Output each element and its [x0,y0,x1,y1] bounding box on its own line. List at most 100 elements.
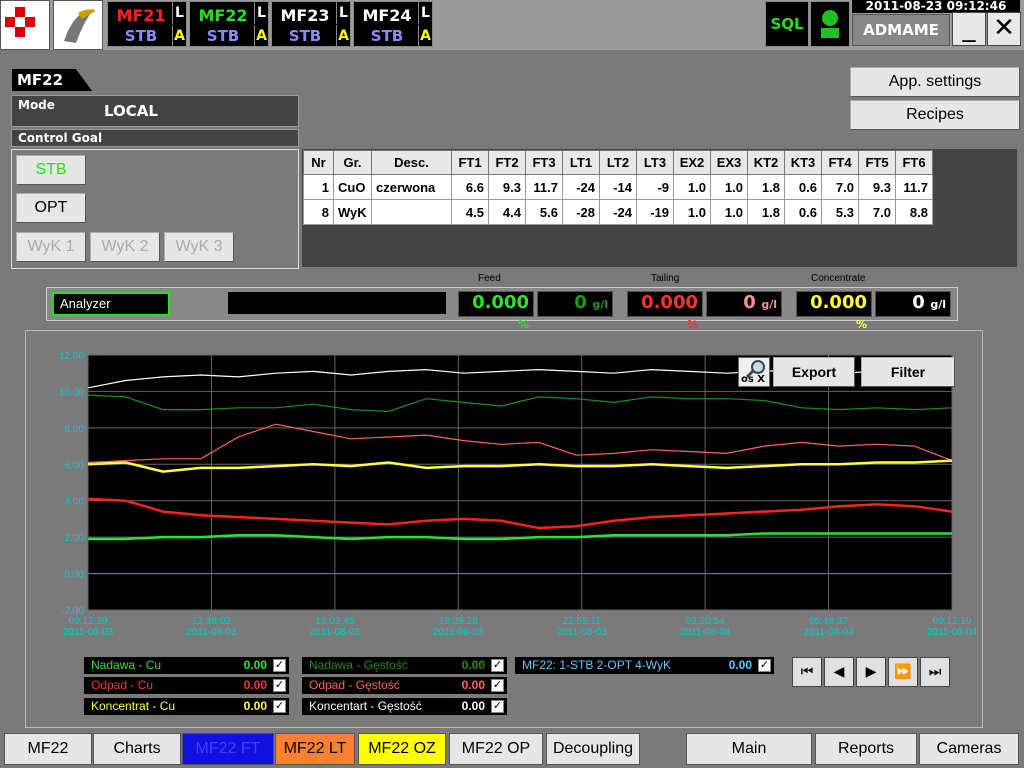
x-tick-time: 22:55:11 [563,616,602,627]
recipe-table: Nr Gr. Desc. FT1 FT2 FT3 LT1 LT2 LT3 EX2 EX3 KT2 KT3… [303,150,933,225]
legend-item[interactable]: Nadawa - Gęstość 0.00 ✓ [302,657,507,674]
recipes-button[interactable]: Recipes [850,100,1020,130]
legend-item[interactable]: MF22: 1-STB 2-OPT 4-WyK 0.00 ✓ [515,657,774,674]
legend-checkbox[interactable]: ✓ [273,679,286,692]
wyk1-button[interactable]: WyK 1 [16,232,86,262]
nav-tab-cameras[interactable]: Cameras [919,733,1019,765]
unit-local-flag: L [336,2,350,24]
feed-gl-value: 0 [574,292,587,313]
x-tick-time: 02:20:54 [686,616,725,627]
app-settings-button[interactable]: App. settings [850,67,1020,97]
legend-checkbox[interactable]: ✓ [491,700,504,713]
stb-button[interactable]: STB [16,155,86,185]
export-button[interactable]: Export [773,357,855,387]
unit-mf23[interactable]: MF23 STB L A [271,1,351,47]
unit-mf21[interactable]: MF21 STB L A [107,1,187,47]
legend-checkbox[interactable]: ✓ [491,679,504,692]
y-tick-label: 12.00 [59,351,84,362]
table-cell: -19 [636,199,674,225]
table-row[interactable]: 8 WyK 4.5 4.4 5.6 -28 -24 -19 1.0 1.0 1.8 0.6 5.3 7.0… [303,199,933,225]
tail-percent: 0.000 % [627,291,703,331]
plot-area [88,355,952,610]
nav-tab-mf22-ft[interactable]: MF22 FT [182,733,274,765]
unit-status: STB [288,27,322,45]
legend-label: Koncentrat - Cu [91,699,176,713]
y-tick-label: 6.00 [65,460,85,471]
analyzer-label: Analyzer [52,292,170,316]
unit-auto-flag: A [254,25,268,47]
mode-box: Mode LOCAL [11,95,299,127]
tailing-label: Tailing [651,273,680,284]
analyzer-status-field [228,292,446,314]
minimize-button[interactable]: _ [952,12,986,46]
fast-forward-icon[interactable]: ⏩ [888,657,918,687]
unit-status: STB [206,27,240,45]
table-cell: 11.7 [525,174,563,200]
nav-tab-mf22[interactable]: MF22 [4,733,92,765]
unit-status: STB [124,27,158,45]
x-tick-date: 2011-08-03 [63,627,114,638]
filter-button[interactable]: Filter [861,357,955,387]
column-header: KT3 [784,150,822,175]
close-button[interactable]: ✕ [987,12,1021,46]
table-cell: -9 [636,174,674,200]
unit-name: MF24 [362,6,412,25]
tail-gl: 0 g/l [706,291,782,317]
app-logo-icon [0,0,50,50]
unit-status: STB [370,27,404,45]
wyk3-button[interactable]: WyK 3 [164,232,234,262]
y-tick-label: 4.00 [65,497,85,508]
nav-tab-mf22-lt[interactable]: MF22 LT [275,733,355,765]
table-cell: 5.3 [821,199,859,225]
column-header: Desc. [371,150,452,175]
conc-gl: 0 g/l [875,291,951,317]
legend-value: 0.00 [461,678,485,692]
unit-local-flag: L [418,2,432,24]
nav-tab-charts[interactable]: Charts [93,733,181,765]
legend-checkbox[interactable]: ✓ [273,659,286,672]
unit-mf24[interactable]: MF24 STB L A [353,1,433,47]
legend-item[interactable]: Odpad - Cu 0.00 ✓ [84,677,289,694]
column-header: FT5 [858,150,896,175]
gl-unit: g/l [761,298,777,311]
x-tick-date: 2011-08-03 [310,627,361,638]
legend-value: 0.00 [243,658,267,672]
nav-tab-mf22-oz[interactable]: MF22 OZ [358,733,446,765]
nav-tab-main[interactable]: Main [686,733,812,765]
legend-value: 0.00 [243,678,267,692]
legend-checkbox[interactable]: ✓ [273,700,286,713]
unit-name: MF21 [116,6,166,25]
legend-item[interactable]: Nadawa - Cu 0.00 ✓ [84,657,289,674]
legend-checkbox[interactable]: ✓ [758,659,771,672]
table-row[interactable]: 1 CuO czerwona 6.6 9.3 11.7 -24 -14 -9 1.0 1.0 1.8 0… [303,174,933,200]
legend-label: Odpad - Cu [91,678,154,692]
column-header: FT4 [821,150,859,175]
column-header: FT2 [488,150,526,175]
previous-page-icon[interactable]: ◀ [824,657,854,687]
user-name[interactable]: ADMAME [852,14,950,46]
unit-mf22[interactable]: MF22 STB L A [189,1,269,47]
company-logo-icon [53,0,103,50]
column-header: LT1 [562,150,600,175]
nav-tab-decoupling[interactable]: Decoupling [546,733,640,765]
legend-value: 0.00 [728,658,752,672]
legend-item[interactable]: Odpad - Gęstość 0.00 ✓ [302,677,507,694]
conc-gl-value: 0 [912,292,925,313]
zoom-button[interactable]: os X [738,357,770,387]
x-tick-time: 12:38:02 [192,616,231,627]
legend-checkbox[interactable]: ✓ [491,659,504,672]
nav-tab-reports[interactable]: Reports [815,733,917,765]
nav-tab-mf22-op[interactable]: MF22 OP [449,733,543,765]
opt-button[interactable]: OPT [16,193,86,223]
legend-item[interactable]: Koncentrat - Cu 0.00 ✓ [84,698,289,715]
unit-auto-flag: A [172,25,186,47]
legend-item[interactable]: Koncentart - Gęstość 0.00 ✓ [302,698,507,715]
last-page-icon[interactable]: ⏭ [920,657,950,687]
first-page-icon[interactable]: ⏮ [792,657,822,687]
column-header: LT3 [636,150,674,175]
wyk2-button[interactable]: WyK 2 [90,232,160,262]
next-page-icon[interactable]: ▶ [856,657,886,687]
mode-label: Mode [18,98,55,112]
table-cell: 8.8 [895,199,933,225]
table-cell: 7.0 [858,199,896,225]
